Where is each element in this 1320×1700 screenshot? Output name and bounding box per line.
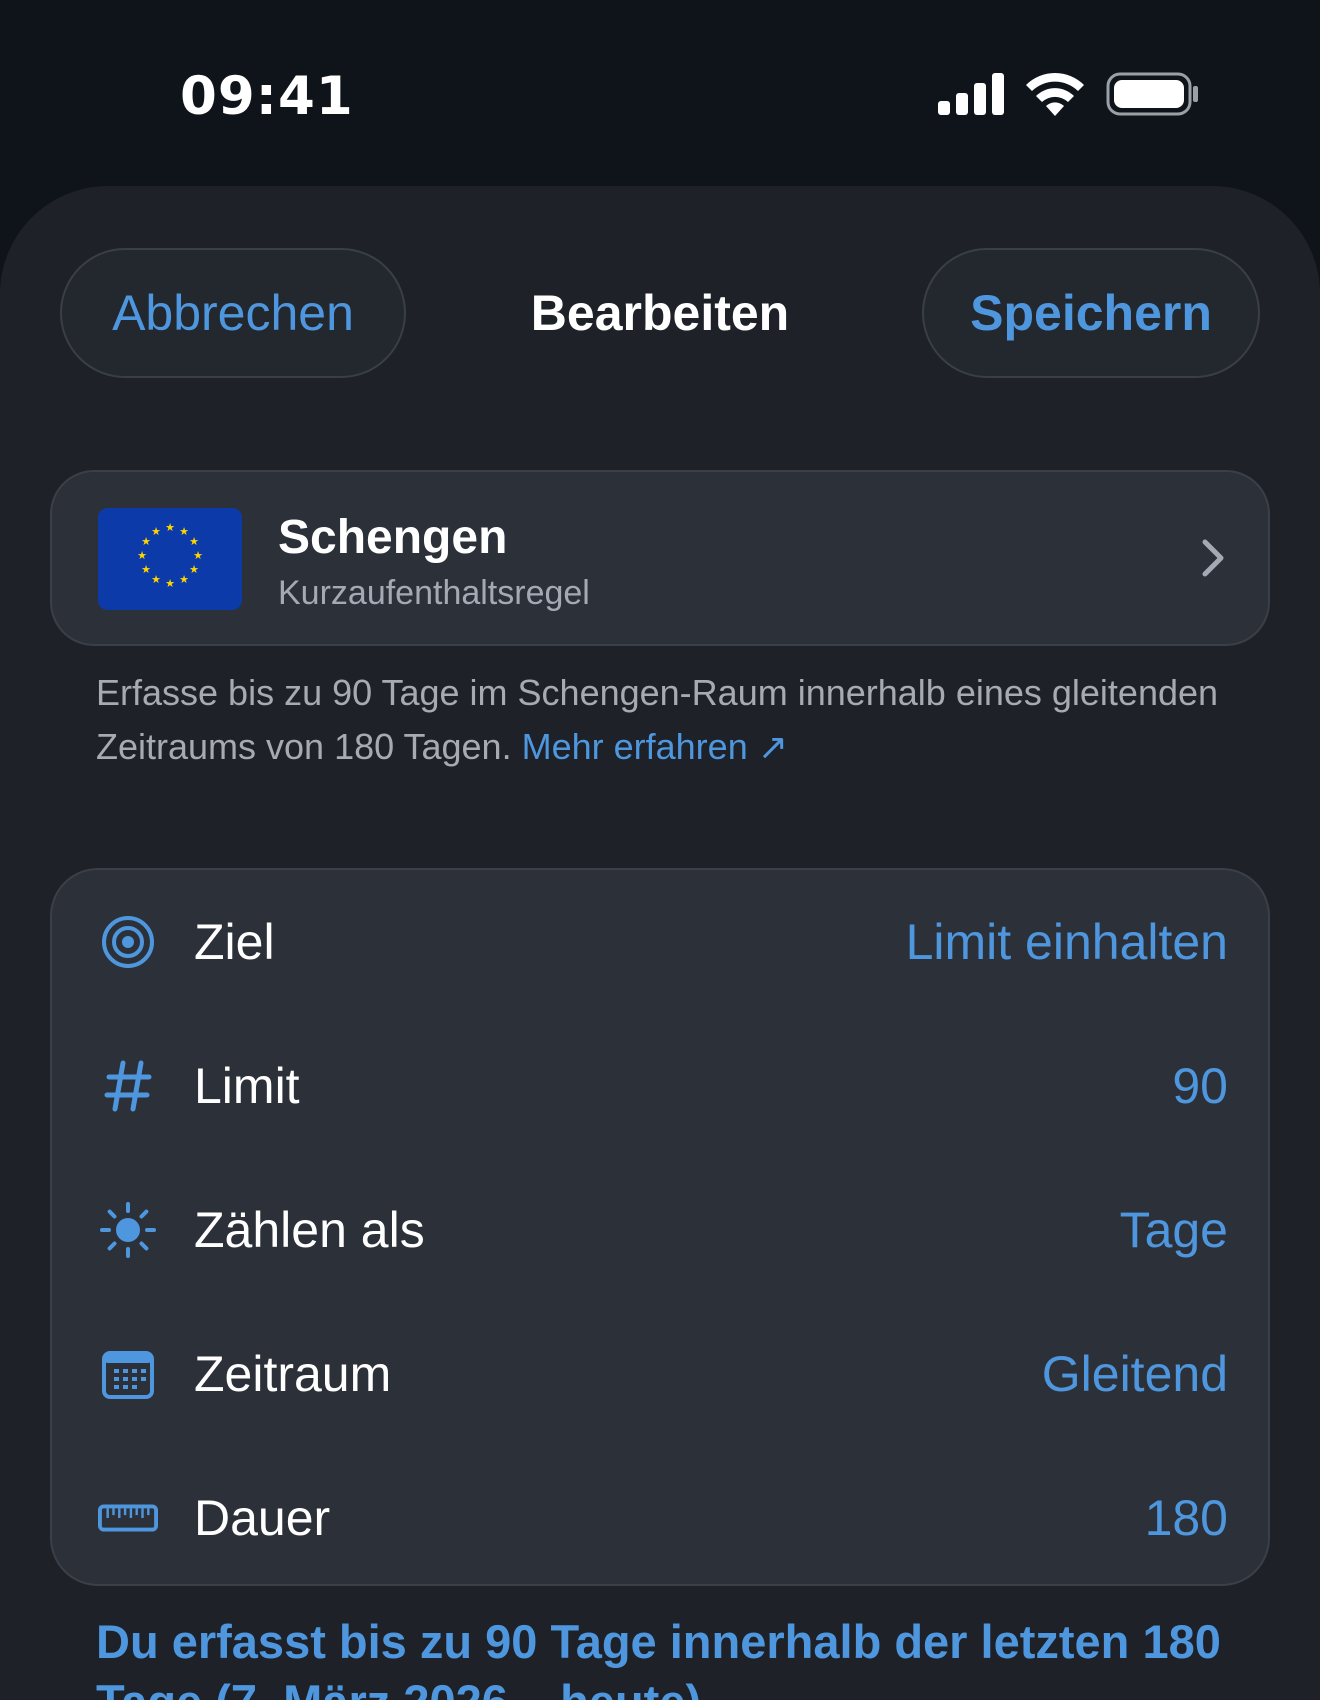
eu-flag-icon: ★ ★ ★ ★ ★ ★ ★ ★ ★ ★ ★ ★ — [98, 508, 242, 610]
calendar-icon — [98, 1344, 158, 1404]
status-bar: 09:41 — [0, 0, 1320, 186]
settings-card: Ziel Limit einhalten Limit 90 Zählen als… — [50, 868, 1270, 1586]
wifi-icon — [1026, 72, 1084, 116]
ruler-icon — [98, 1488, 158, 1548]
settings-row-value: 90 — [1172, 1058, 1228, 1114]
status-time: 09:41 — [180, 66, 354, 127]
learn-more-link[interactable]: Mehr erfahren ↗ — [522, 726, 788, 767]
rule-description: Erfasse bis zu 90 Tage im Schengen-Raum … — [96, 666, 1236, 774]
rule-subtitle: Kurzaufenthaltsregel — [278, 574, 590, 612]
rule-selector-card[interactable]: ★ ★ ★ ★ ★ ★ ★ ★ ★ ★ ★ ★ Schengen Kurzauf… — [50, 470, 1270, 646]
svg-text:★: ★ — [189, 535, 199, 548]
target-icon — [98, 912, 158, 972]
svg-text:★: ★ — [193, 549, 203, 562]
svg-text:★: ★ — [179, 525, 189, 538]
svg-text:★: ★ — [165, 577, 175, 590]
svg-text:★: ★ — [151, 573, 161, 586]
battery-icon — [1106, 72, 1198, 116]
screen: 09:41 Abbrechen Bearbeiten Speichern ★ ★… — [0, 0, 1320, 1700]
chevron-right-icon — [1202, 539, 1224, 577]
svg-text:★: ★ — [165, 521, 175, 534]
settings-row-value: Tage — [1119, 1202, 1228, 1258]
cancel-button[interactable]: Abbrechen — [60, 248, 406, 378]
status-icons — [938, 72, 1200, 116]
settings-row-label: Dauer — [194, 1490, 331, 1546]
settings-row-label: Ziel — [194, 914, 275, 970]
svg-text:★: ★ — [151, 525, 161, 538]
svg-text:★: ★ — [141, 535, 151, 548]
svg-text:★: ★ — [179, 573, 189, 586]
summary-text: Du erfasst bis zu 90 Tage innerhalb der … — [96, 1615, 1221, 1700]
hashtag-icon — [98, 1056, 158, 1116]
settings-row-value: Gleitend — [1041, 1346, 1228, 1402]
sun-icon — [98, 1200, 158, 1260]
settings-row-label: Zählen als — [194, 1202, 425, 1258]
sheet-title: Bearbeiten — [530, 285, 790, 341]
save-button[interactable]: Speichern — [922, 248, 1260, 378]
rule-title: Schengen — [278, 511, 508, 564]
cellular-signal-icon — [938, 73, 1004, 115]
settings-row-goal[interactable]: Ziel Limit einhalten — [52, 870, 1272, 1014]
settings-row-value: 180 — [1144, 1490, 1228, 1546]
settings-row-value: Limit einhalten — [905, 914, 1228, 970]
settings-row-period[interactable]: Zeitraum Gleitend — [52, 1302, 1272, 1446]
svg-text:★: ★ — [141, 563, 151, 576]
settings-row-limit[interactable]: Limit 90 — [52, 1014, 1272, 1158]
settings-row-duration[interactable]: Dauer 180 — [52, 1446, 1272, 1590]
settings-row-label: Limit — [194, 1058, 300, 1114]
edit-sheet: Abbrechen Bearbeiten Speichern ★ ★ ★ ★ ★… — [0, 186, 1320, 1700]
settings-row-count-as[interactable]: Zählen als Tage — [52, 1158, 1272, 1302]
svg-text:★: ★ — [137, 549, 147, 562]
settings-row-label: Zeitraum — [194, 1346, 392, 1402]
svg-text:★: ★ — [189, 563, 199, 576]
